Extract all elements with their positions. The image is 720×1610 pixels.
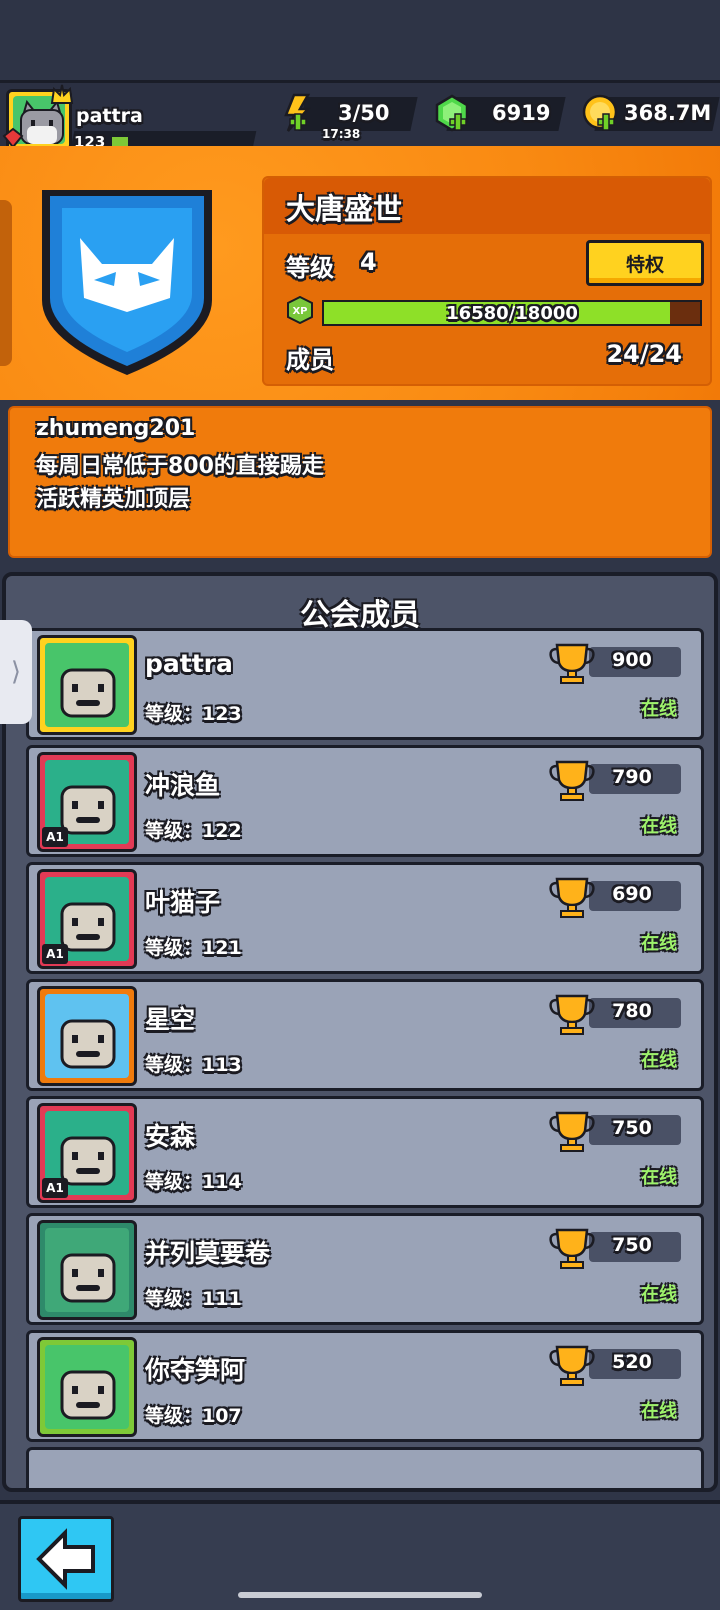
member-avatar[interactable] <box>37 1220 137 1320</box>
trophy-icon <box>549 1111 595 1152</box>
guild-info-panel: 大唐盛世 等级 4 特权 XP 16580/18000 成员 24/24 <box>262 176 712 386</box>
member-row[interactable]: A1 安森等级：114 750 在线 <box>26 1096 704 1208</box>
member-name: 安森 <box>145 1122 196 1151</box>
member-avatar[interactable] <box>37 986 137 1086</box>
member-avatar[interactable] <box>37 1337 137 1437</box>
member-row[interactable]: A1 冲浪鱼等级：122 790 在线 <box>26 745 704 857</box>
trophy-icon <box>549 1228 595 1269</box>
character-portrait-icon <box>60 1370 116 1420</box>
gem-value: 6919 <box>492 101 551 125</box>
coin-value: 368.7M <box>624 101 712 125</box>
member-status: 在线 <box>641 816 677 837</box>
member-row[interactable]: 并列莫要卷等级：111 750 在线 <box>26 1213 704 1325</box>
energy-value: 3/50 <box>338 101 390 125</box>
character-portrait-icon <box>60 1253 116 1303</box>
member-score: 750 <box>612 1117 652 1139</box>
trophy-icon <box>549 643 595 684</box>
member-row-partial[interactable] <box>26 1447 704 1488</box>
crown-icon <box>50 84 74 104</box>
rank-tag: A1 <box>42 1178 68 1198</box>
guild-level-value: 4 <box>360 248 377 276</box>
rank-tag: A1 <box>42 827 68 847</box>
left-side-tab[interactable] <box>0 200 12 366</box>
trophy-icon <box>549 877 595 918</box>
back-button[interactable] <box>18 1516 114 1602</box>
member-row[interactable]: 你夺笋阿等级：107 520 在线 <box>26 1330 704 1442</box>
member-level: 等级：121 <box>145 937 242 959</box>
notice-author: zhumeng201 <box>36 416 196 441</box>
privilege-button[interactable]: 特权 <box>586 240 704 286</box>
rank-tag: A1 <box>42 944 68 964</box>
lightning-icon <box>284 93 311 132</box>
member-status: 在线 <box>641 1167 677 1188</box>
xp-icon-text: XP <box>292 306 307 317</box>
member-score: 520 <box>612 1351 652 1373</box>
member-avatar[interactable]: A1 <box>37 1103 137 1203</box>
member-level: 等级：123 <box>145 703 242 725</box>
member-status: 在线 <box>641 1284 677 1305</box>
member-name: 冲浪鱼 <box>145 771 221 800</box>
privilege-button-label: 特权 <box>625 253 664 276</box>
member-name: 星空 <box>145 1005 196 1034</box>
member-name: 你夺笋阿 <box>145 1356 246 1385</box>
member-level: 等级：107 <box>145 1405 242 1427</box>
member-avatar[interactable] <box>37 635 137 735</box>
member-status: 在线 <box>641 1401 677 1422</box>
member-status: 在线 <box>641 1050 677 1071</box>
top-hud: pattra 123 3/50 17:38 6919 368.7M <box>0 80 720 153</box>
member-level: 等级：111 <box>145 1288 242 1310</box>
status-area <box>0 0 720 80</box>
member-avatar[interactable]: A1 <box>37 869 137 969</box>
home-indicator <box>238 1592 482 1598</box>
member-status: 在线 <box>641 699 677 720</box>
member-score: 780 <box>612 1000 652 1022</box>
energy-timer: 17:38 <box>322 127 361 141</box>
side-drawer-handle[interactable]: ⟩ <box>0 620 32 724</box>
member-status: 在线 <box>641 933 677 954</box>
members-count: 24/24 <box>606 340 682 368</box>
member-level: 等级：122 <box>145 820 242 842</box>
coin-icon <box>582 94 618 131</box>
character-portrait-icon <box>60 668 116 718</box>
guild-notice: zhumeng201 每周日常低于800的直接踢走 活跃精英加顶层 <box>8 406 712 558</box>
member-name: 叶猫子 <box>145 888 221 917</box>
member-row[interactable]: pattra 等级：123 900 在线 <box>26 628 704 740</box>
back-arrow-icon <box>36 1528 95 1590</box>
guild-level-label: 等级 <box>286 254 334 282</box>
player-name: pattra <box>76 105 143 127</box>
xp-icon: XP <box>287 296 313 324</box>
cat-shield-icon <box>42 190 212 375</box>
member-level: 等级：113 <box>145 1054 242 1076</box>
chevron-right-icon: ⟩ <box>10 657 22 687</box>
guild-xp-bar: 16580/18000 <box>322 300 702 326</box>
member-row[interactable]: A1 叶猫子等级：121 690 在线 <box>26 862 704 974</box>
notice-line-2: 活跃精英加顶层 <box>36 487 191 512</box>
member-name: 并列莫要卷 <box>145 1239 271 1268</box>
guild-xp-text: 16580/18000 <box>446 302 578 324</box>
trophy-icon <box>549 1345 595 1386</box>
members-panel[interactable]: 公会成员 pattra 等级：123 900 在线 A1 冲浪鱼 等级：122 790 在线 A1… <box>2 572 718 1492</box>
trophy-icon <box>549 760 595 801</box>
member-avatar[interactable]: A1 <box>37 752 137 852</box>
member-level: 等级：114 <box>145 1171 242 1193</box>
members-label: 成员 <box>286 346 334 374</box>
member-score: 790 <box>612 766 652 788</box>
guild-name: 大唐盛世 <box>286 192 403 226</box>
character-portrait-icon <box>60 1019 116 1069</box>
gem-icon <box>435 94 469 132</box>
trophy-icon <box>549 994 595 1035</box>
member-row[interactable]: 星空等级：113 780 在线 <box>26 979 704 1091</box>
notice-line-1: 每周日常低于800的直接踢走 <box>36 454 324 479</box>
member-name: pattra <box>145 649 233 678</box>
member-score: 750 <box>612 1234 652 1256</box>
member-score: 900 <box>612 649 652 671</box>
member-score: 690 <box>612 883 652 905</box>
